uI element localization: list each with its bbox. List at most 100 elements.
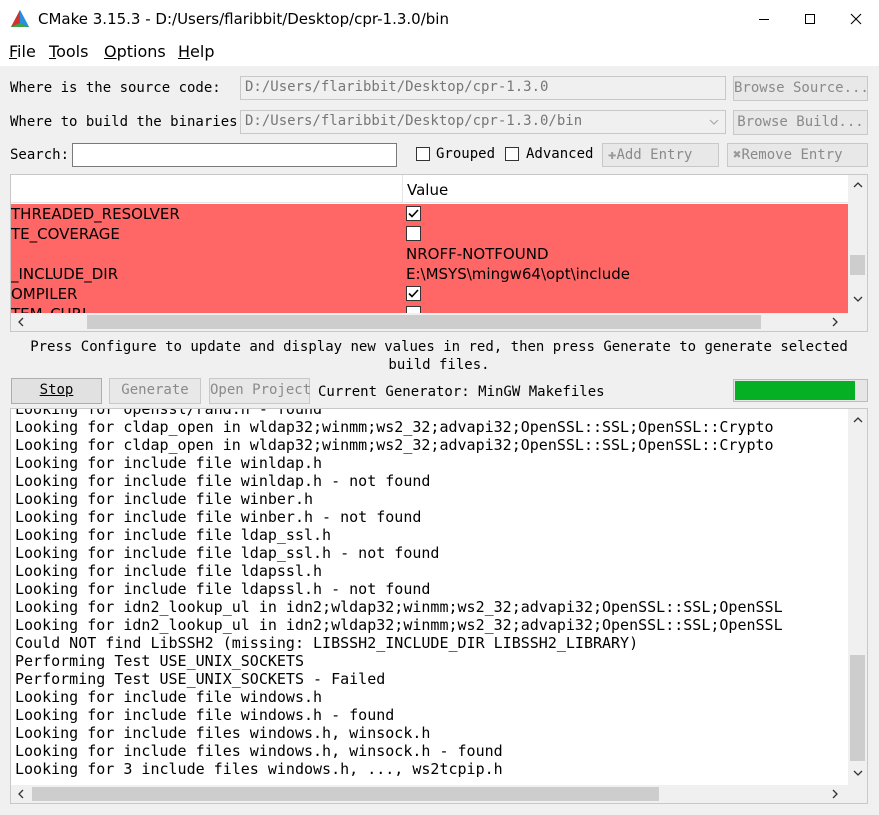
- log-hscroll-thumb[interactable]: [32, 787, 659, 801]
- menu-options-mnemonic: O: [104, 42, 117, 61]
- window-title: CMake 3.15.3 - D:/Users/flaribbit/Deskto…: [38, 10, 449, 28]
- source-label: Where is the source code:: [10, 80, 221, 96]
- stop-button[interactable]: Stop: [11, 378, 102, 404]
- menu-bar: File Tools Options Help: [0, 38, 879, 66]
- advanced-label: Advanced: [526, 146, 594, 162]
- remove-entry-label: Remove Entry: [741, 147, 843, 163]
- minimize-button[interactable]: [741, 0, 787, 38]
- scroll-down-icon[interactable]: [853, 769, 863, 777]
- log-horizontal-scrollbar[interactable]: [11, 785, 867, 803]
- scroll-left-icon[interactable]: [17, 317, 25, 327]
- maximize-button[interactable]: [787, 0, 833, 38]
- generate-button[interactable]: Generate: [109, 378, 201, 404]
- table-row[interactable]: _INCLUDE_DIR E:\MSYS\mingw64\opt\include: [11, 264, 848, 284]
- configure-hint: Press Configure to update and display ne…: [30, 339, 848, 373]
- log-line: Could NOT find LibSSH2 (missing: LIBSSH2…: [15, 634, 639, 652]
- cache-entry-name: THREADED_RESOLVER: [11, 205, 180, 223]
- menu-help-mnemonic: H: [178, 42, 191, 61]
- open-project-button[interactable]: Open Project: [209, 378, 311, 404]
- table-vertical-scrollbar[interactable]: [848, 175, 867, 313]
- log-line: Looking for include file winldap.h - not…: [15, 472, 431, 490]
- menu-help[interactable]: Help: [178, 42, 214, 61]
- source-path-field[interactable]: D:/Users/flaribbit/Desktop/cpr-1.3.0: [240, 76, 726, 100]
- progress-bar: [733, 379, 868, 402]
- minimize-icon: [759, 19, 769, 20]
- cache-table[interactable]: Value THREADED_RESOLVER TE_COVERAGE NROFF-…: [10, 174, 868, 332]
- menu-help-label: elp: [190, 42, 215, 61]
- search-label: Search:: [10, 147, 70, 163]
- search-input[interactable]: [72, 143, 397, 167]
- menu-tools-mnemonic: T: [49, 42, 57, 61]
- log-line: Looking for idn2_lookup_ul in idn2;wldap…: [15, 616, 783, 634]
- log-line: Looking for include files windows.h, win…: [15, 742, 503, 760]
- log-vscroll-thumb[interactable]: [850, 655, 865, 761]
- scroll-right-icon[interactable]: [831, 317, 839, 327]
- cmake-logo-icon: [11, 10, 29, 27]
- advanced-checkbox[interactable]: [505, 147, 519, 161]
- log-line: Looking for idn2_lookup_ul in idn2;wldap…: [15, 598, 783, 616]
- log-line: Looking for 3 include files windows.h, .…: [15, 760, 503, 778]
- table-vscroll-thumb[interactable]: [850, 255, 865, 275]
- chevron-down-icon[interactable]: [709, 118, 719, 126]
- table-hscroll-thumb[interactable]: [87, 315, 761, 329]
- table-header: Value: [11, 175, 848, 203]
- menu-tools-label: ools: [56, 42, 89, 61]
- column-separator[interactable]: [402, 175, 403, 203]
- add-entry-button[interactable]: ✚Add Entry: [602, 143, 719, 167]
- cache-entry-checkbox[interactable]: [406, 226, 421, 241]
- close-button[interactable]: [833, 0, 879, 38]
- log-line: Looking for include file ldap_ssl.h - no…: [15, 544, 440, 562]
- build-path-field[interactable]: D:/Users/flaribbit/Desktop/cpr-1.3.0/bin: [240, 110, 726, 134]
- log-line: Looking for openssl/rand.h - found: [15, 408, 323, 418]
- log-lines: Looking for openssl/rand.h - found Lookin…: [15, 408, 845, 778]
- checkmark-icon: [408, 209, 419, 218]
- log-line: Looking for include file winber.h - not …: [15, 508, 422, 526]
- cache-entry-value[interactable]: E:\MSYS\mingw64\opt\include: [406, 265, 630, 283]
- build-label: Where to build the binaries:: [10, 114, 247, 130]
- grouped-checkbox[interactable]: [416, 147, 430, 161]
- scroll-left-icon[interactable]: [17, 789, 25, 799]
- log-line: Performing Test USE_UNIX_SOCKETS - Faile…: [15, 670, 386, 688]
- menu-options-label: ptions: [116, 42, 166, 61]
- log-line: Looking for include files windows.h, win…: [15, 724, 431, 742]
- scroll-up-icon[interactable]: [853, 416, 863, 424]
- scroll-right-icon[interactable]: [831, 789, 839, 799]
- log-line: Looking for include file windows.h - fou…: [15, 706, 395, 724]
- table-row[interactable]: TE_COVERAGE: [11, 224, 848, 244]
- log-line: Looking for include file winldap.h: [15, 454, 323, 472]
- cache-entry-value[interactable]: NROFF-NOTFOUND: [406, 245, 549, 263]
- browse-build-button[interactable]: Browse Build...: [733, 110, 868, 135]
- menu-file-label: ile: [17, 42, 36, 61]
- cache-entry-name: OMPILER: [11, 285, 78, 303]
- output-log[interactable]: Looking for openssl/rand.h - found Lookin…: [10, 408, 868, 804]
- log-vertical-scrollbar[interactable]: [848, 409, 867, 785]
- log-line: Looking for include file ldapssl.h: [15, 562, 323, 580]
- scroll-down-icon[interactable]: [853, 295, 863, 303]
- cache-entry-checkbox[interactable]: [406, 286, 421, 301]
- table-horizontal-scrollbar[interactable]: [11, 313, 867, 331]
- current-generator-label: Current Generator: MinGW Makefiles: [318, 384, 605, 400]
- log-line: Looking for include file ldap_ssl.h: [15, 526, 332, 544]
- log-line: Looking for include file winber.h: [15, 490, 314, 508]
- build-path-value: D:/Users/flaribbit/Desktop/cpr-1.3.0/bin: [245, 113, 583, 129]
- scroll-up-icon[interactable]: [853, 181, 863, 189]
- value-column-header[interactable]: Value: [407, 181, 448, 199]
- stop-label: Stop: [39, 382, 74, 398]
- cache-entry-name: _INCLUDE_DIR: [11, 265, 119, 283]
- table-row[interactable]: OMPILER: [11, 284, 848, 304]
- cache-entry-checkbox[interactable]: [406, 206, 421, 221]
- title-bar[interactable]: CMake 3.15.3 - D:/Users/flaribbit/Deskto…: [0, 0, 879, 38]
- menu-file[interactable]: File: [9, 42, 36, 61]
- progress-fill: [735, 381, 855, 400]
- close-icon: [850, 13, 862, 25]
- log-line: Performing Test USE_UNIX_SOCKETS: [15, 652, 304, 670]
- table-row[interactable]: THREADED_RESOLVER: [11, 204, 848, 224]
- log-line: Looking for cldap_open in wldap32;winmm;…: [15, 418, 774, 436]
- table-row[interactable]: NROFF-NOTFOUND: [11, 244, 848, 264]
- remove-entry-button[interactable]: ✖Remove Entry: [727, 143, 868, 167]
- browse-source-button[interactable]: Browse Source...: [733, 76, 869, 101]
- menu-options[interactable]: Options: [104, 42, 166, 61]
- menu-tools[interactable]: Tools: [49, 42, 88, 61]
- log-line: Looking for include file windows.h: [15, 688, 323, 706]
- log-line: Looking for cldap_open in wldap32;winmm;…: [15, 436, 774, 454]
